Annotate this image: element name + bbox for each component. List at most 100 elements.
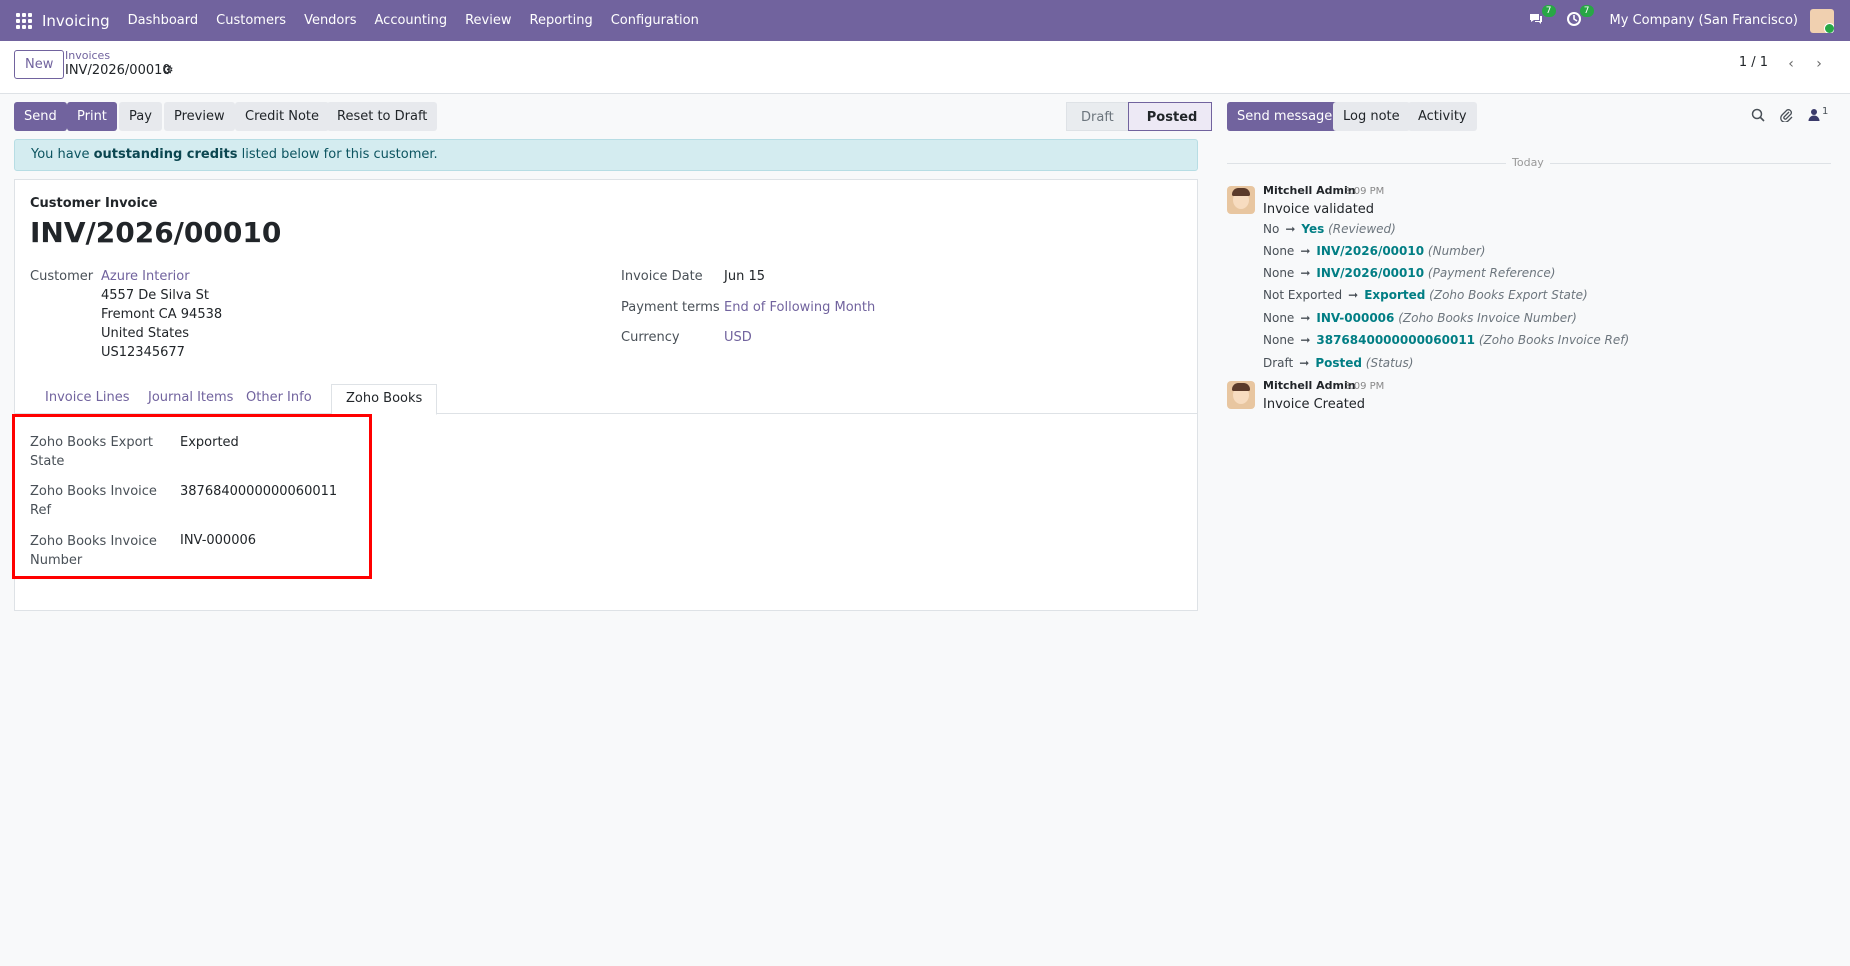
message-body: Invoice Created <box>1263 397 1366 412</box>
followers-icon[interactable] <box>1805 108 1823 126</box>
invoice-date-label: Invoice Date <box>621 269 703 284</box>
app-name[interactable]: Invoicing <box>42 12 110 30</box>
send-button[interactable]: Send <box>14 102 67 131</box>
tracking-line: None ➞ INV-000006 (Zoho Books Invoice Numb… <box>1263 311 1577 325</box>
new-button[interactable]: New <box>14 50 65 79</box>
log-note-button[interactable]: Log note <box>1333 102 1410 131</box>
arrow-right-icon: ➞ <box>1285 222 1296 236</box>
followers-count: 1 <box>1822 106 1829 117</box>
stage-draft[interactable]: Draft <box>1066 102 1128 131</box>
breadcrumb-current: INV/2026/00010 <box>65 63 171 78</box>
company-switcher[interactable]: My Company (San Francisco) <box>1610 13 1798 28</box>
print-button[interactable]: Print <box>67 102 117 131</box>
currency-field[interactable]: USD <box>724 330 752 345</box>
avatar[interactable] <box>1227 381 1255 409</box>
menu-accounting[interactable]: Accounting <box>375 13 448 28</box>
tracking-line: Draft ➞ Posted (Status) <box>1263 356 1413 370</box>
tracking-new-value: INV-000006 <box>1316 311 1395 325</box>
apps-grid-icon[interactable] <box>16 12 32 29</box>
breadcrumb-invoices[interactable]: Invoices <box>65 49 110 62</box>
tracking-old-value: None <box>1263 311 1295 325</box>
currency-label: Currency <box>621 330 680 345</box>
tab-other-info[interactable]: Other Info <box>232 384 326 414</box>
arrow-right-icon: ➞ <box>1348 288 1359 302</box>
tracking-old-value: None <box>1263 244 1295 258</box>
paperclip-icon[interactable] <box>1777 108 1795 126</box>
arrow-right-icon: ➞ <box>1300 266 1311 280</box>
alert-suffix: listed below for this customer. <box>241 147 438 162</box>
customer-address-line-3: United States <box>101 326 190 341</box>
alert-strong: outstanding credits <box>93 147 238 162</box>
messages-icon[interactable]: 7 <box>1526 4 1556 31</box>
document-type: Customer Invoice <box>30 196 158 211</box>
invoice-date-field[interactable]: Jun 15 <box>724 269 765 284</box>
alert-prefix: You have <box>31 147 90 162</box>
outstanding-credits-alert: You have outstanding credits listed belo… <box>14 139 1198 171</box>
menu-review[interactable]: Review <box>465 13 511 28</box>
customer-link[interactable]: Azure Interior <box>101 269 190 284</box>
menu-configuration[interactable]: Configuration <box>611 13 699 28</box>
highlight-box <box>12 414 372 579</box>
tab-zoho-books[interactable]: Zoho Books <box>331 384 438 415</box>
notebook-tabs: Invoice Lines Journal Items Other Info Z… <box>15 384 1197 415</box>
menu-vendors[interactable]: Vendors <box>304 13 356 28</box>
avatar[interactable] <box>1227 186 1255 214</box>
status-bar: Draft Posted <box>1066 102 1213 131</box>
tracking-old-value: No <box>1263 222 1280 236</box>
tracking-field-name: (Zoho Books Invoice Number) <box>1398 311 1577 325</box>
message-body: Invoice validated <box>1263 202 1375 217</box>
credit-note-button[interactable]: Credit Note <box>235 102 330 131</box>
activity-button[interactable]: Activity <box>1408 102 1477 131</box>
customer-address-line-1: 4557 De Silva St <box>101 288 209 303</box>
tracking-old-value: Not Exported <box>1263 288 1343 302</box>
arrow-right-icon: ➞ <box>1300 244 1311 258</box>
tracking-new-value: Posted <box>1315 356 1362 370</box>
reset-to-draft-button[interactable]: Reset to Draft <box>327 102 438 131</box>
tracking-line: No ➞ Yes (Reviewed) <box>1263 222 1396 236</box>
page-title: INV/2026/00010 <box>30 216 282 249</box>
top-navbar: Invoicing Dashboard Customers Vendors Ac… <box>0 0 1850 41</box>
customer-label: Customer <box>30 269 94 284</box>
tracking-new-value: Exported <box>1364 288 1426 302</box>
control-panel: New Invoices INV/2026/00010 ⚙ 1 / 1 ‹ › <box>0 41 1850 94</box>
menu-dashboard[interactable]: Dashboard <box>128 13 199 28</box>
tracking-field-name: (Zoho Books Invoice Ref) <box>1478 333 1630 347</box>
search-icon[interactable] <box>1749 108 1767 126</box>
payment-terms-field[interactable]: End of Following Month <box>724 300 875 315</box>
pay-button[interactable]: Pay <box>119 102 162 131</box>
tracking-new-value: INV/2026/00010 <box>1316 244 1425 258</box>
activity-clock-icon[interactable]: 7 <box>1564 4 1594 31</box>
tracking-line: None ➞ INV/2026/00010 (Number) <box>1263 244 1486 258</box>
tracking-line: None ➞ 3876840000000060011 (Zoho Books Inv… <box>1263 333 1629 347</box>
tab-invoice-lines[interactable]: Invoice Lines <box>31 384 143 414</box>
customer-address-line-2: Fremont CA 94538 <box>101 307 223 322</box>
send-message-button[interactable]: Send message <box>1227 102 1343 131</box>
pager-value[interactable]: 1 / 1 <box>1739 55 1768 70</box>
customer-vat: US12345677 <box>101 345 185 360</box>
chevron-left-icon[interactable]: ‹ <box>1778 51 1804 77</box>
gear-icon[interactable]: ⚙ <box>162 63 174 78</box>
message-author[interactable]: Mitchell Admin <box>1263 379 1356 392</box>
tracking-field-name: (Reviewed) <box>1328 222 1396 236</box>
tracking-old-value: Draft <box>1263 356 1294 370</box>
tracking-old-value: None <box>1263 333 1295 347</box>
date-divider-label: Today <box>1506 156 1550 169</box>
message-author[interactable]: Mitchell Admin <box>1263 184 1356 197</box>
arrow-right-icon: ➞ <box>1299 356 1310 370</box>
preview-button[interactable]: Preview <box>164 102 235 131</box>
user-avatar[interactable] <box>1810 8 1834 33</box>
message-time: 3:09 PM <box>1344 186 1385 197</box>
tab-journal-items[interactable]: Journal Items <box>134 384 247 414</box>
tracking-field-name: (Zoho Books Export State) <box>1429 288 1588 302</box>
stage-posted[interactable]: Posted <box>1127 102 1213 131</box>
chevron-right-icon[interactable]: › <box>1806 51 1832 77</box>
tracking-field-name: (Payment Reference) <box>1427 266 1556 280</box>
menu-customers[interactable]: Customers <box>216 13 286 28</box>
tracking-new-value: 3876840000000060011 <box>1316 333 1476 347</box>
tracking-old-value: None <box>1263 266 1295 280</box>
message-time: 3:09 PM <box>1344 381 1385 392</box>
tracking-new-value: Yes <box>1301 222 1325 236</box>
menu-reporting[interactable]: Reporting <box>530 13 593 28</box>
tracking-new-value: INV/2026/00010 <box>1316 266 1425 280</box>
payment-terms-label: Payment terms <box>621 300 720 315</box>
